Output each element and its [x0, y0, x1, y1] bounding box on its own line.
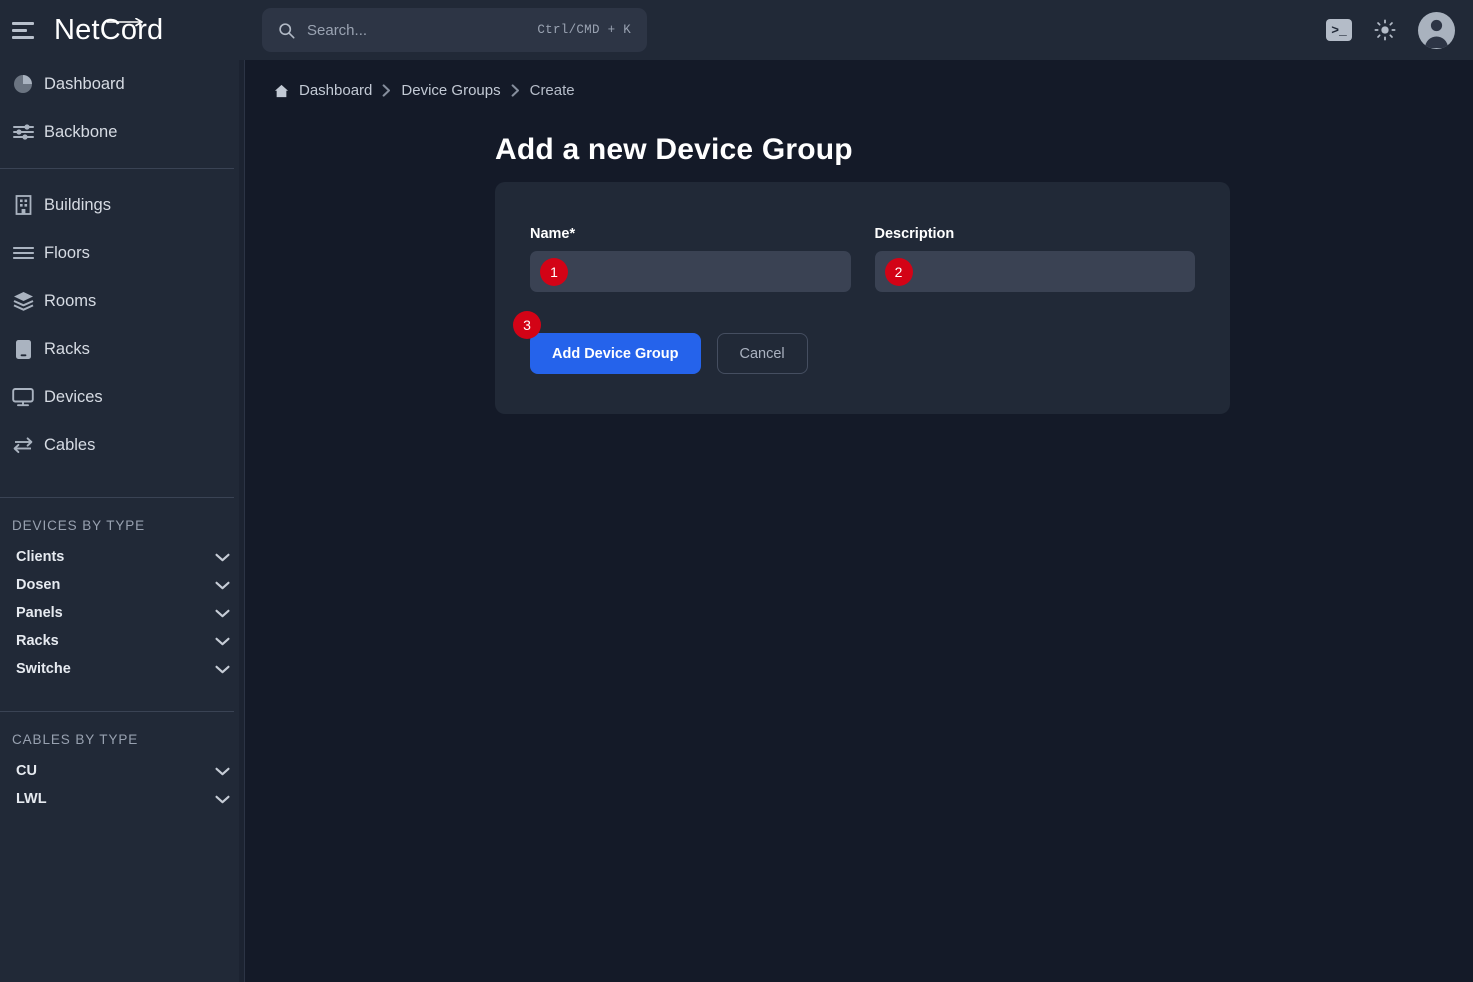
sidebar-group-clients[interactable]: Clients: [0, 543, 244, 571]
sliders-icon: [10, 120, 36, 144]
sidebar-item-label: Devices: [44, 387, 103, 406]
chevron-right-icon: [382, 84, 391, 97]
sidebar-group-dosen[interactable]: Dosen: [0, 571, 244, 599]
sidebar-item-label: Dashboard: [44, 74, 125, 93]
search-placeholder: Search...: [307, 21, 368, 39]
building-icon: [10, 193, 36, 217]
chevron-down-icon: [215, 665, 230, 673]
stack-icon: [10, 289, 36, 313]
description-label: Description: [874, 226, 955, 242]
field-description: Description 2: [874, 226, 1195, 292]
name-label: Name*: [530, 226, 576, 242]
sidebar-group-label: Panels: [16, 605, 63, 621]
breadcrumb: Dashboard Device Groups Create: [246, 60, 1473, 99]
sidebar-item-label: Rooms: [44, 291, 97, 310]
sidebar-group-label: Dosen: [16, 577, 61, 593]
sidebar-group-cu[interactable]: CU: [0, 757, 244, 785]
sidebar-divider-3: [0, 711, 234, 712]
form-actions: Add Device Group 3 Cancel: [513, 311, 1195, 374]
terminal-icon[interactable]: >_: [1326, 19, 1352, 41]
sidebar: Dashboard Backbone Buildings Floors Room…: [0, 60, 245, 982]
top-header-bar: NetCord Search... Ctrl/CMD + K >_: [0, 0, 1473, 60]
form-fields-row: Name* 1 Description 2: [530, 226, 1195, 292]
sidebar-item-label: Floors: [44, 243, 90, 262]
app-logo[interactable]: NetCord: [54, 14, 163, 47]
header-actions: >_: [1326, 0, 1455, 60]
sidebar-item-floors[interactable]: Floors: [0, 229, 244, 277]
chevron-down-icon: [215, 553, 230, 561]
chevron-right-icon: [511, 84, 519, 97]
sidebar-divider-2: [0, 497, 234, 498]
sidebar-group-switche[interactable]: Switche: [0, 655, 244, 683]
sidebar-group-label: Racks: [16, 633, 59, 649]
sidebar-item-label: Buildings: [44, 195, 111, 214]
pie-chart-icon: [10, 72, 36, 96]
section-title-devices-by-type: DEVICES BY TYPE: [12, 518, 146, 533]
breadcrumb-item-create: Create: [529, 82, 575, 99]
cancel-button[interactable]: Cancel: [716, 333, 808, 374]
sidebar-group-label: CU: [16, 763, 37, 779]
sidebar-item-rooms[interactable]: Rooms: [0, 277, 244, 325]
monitor-icon: [10, 385, 36, 409]
search-input[interactable]: Search... Ctrl/CMD + K: [262, 8, 647, 52]
sidebar-item-racks[interactable]: Racks: [0, 325, 244, 373]
sidebar-item-label: Cables: [44, 435, 96, 454]
chevron-down-icon: [215, 609, 230, 617]
sidebar-divider-1: [0, 168, 234, 169]
breadcrumb-item-dashboard[interactable]: Dashboard: [299, 82, 372, 99]
sidebar-item-buildings[interactable]: Buildings: [0, 181, 244, 229]
sidebar-group-label: Clients: [16, 549, 65, 565]
main-content: Dashboard Device Groups Create Add a new…: [246, 60, 1473, 982]
sidebar-item-cables[interactable]: Cables: [0, 421, 244, 469]
search-shortcut-hint: Ctrl/CMD + K: [537, 23, 631, 37]
name-input[interactable]: [530, 251, 851, 292]
sidebar-group-label: LWL: [16, 791, 47, 807]
page-title: Add a new Device Group: [495, 133, 853, 166]
section-title-cables-by-type: CABLES BY TYPE: [12, 732, 139, 747]
sidebar-group-lwl[interactable]: LWL: [0, 785, 244, 813]
home-icon: [274, 84, 289, 97]
hamburger-icon[interactable]: [12, 21, 34, 39]
sidebar-group-racks[interactable]: Racks: [0, 627, 244, 655]
breadcrumb-item-device-groups[interactable]: Device Groups: [401, 82, 500, 99]
device-group-form-card: Name* 1 Description 2 Add Device Group 3…: [495, 182, 1230, 414]
chevron-down-icon: [215, 795, 230, 803]
sidebar-item-label: Backbone: [44, 122, 118, 141]
sidebar-item-dashboard[interactable]: Dashboard: [0, 60, 244, 108]
sidebar-item-label: Racks: [44, 339, 90, 358]
sidebar-item-devices[interactable]: Devices: [0, 373, 244, 421]
chevron-down-icon: [215, 581, 230, 589]
sidebar-group-panels[interactable]: Panels: [0, 599, 244, 627]
chevron-down-icon: [215, 637, 230, 645]
sidebar-group-label: Switche: [16, 661, 71, 677]
theme-toggle-icon[interactable]: [1374, 19, 1396, 41]
sidebar-item-backbone[interactable]: Backbone: [0, 108, 244, 156]
chevron-down-icon: [215, 767, 230, 775]
add-device-group-button[interactable]: Add Device Group: [530, 333, 701, 374]
description-input[interactable]: [874, 251, 1195, 292]
user-avatar[interactable]: [1418, 11, 1455, 49]
field-name: Name* 1: [530, 226, 851, 292]
swap-arrows-icon: [10, 433, 36, 457]
layers-lines-icon: [10, 241, 36, 265]
search-icon: [279, 22, 295, 39]
rack-icon: [10, 337, 36, 361]
sidebar-scrollbar[interactable]: [239, 60, 244, 982]
logo-arrow-icon: [107, 17, 143, 26]
